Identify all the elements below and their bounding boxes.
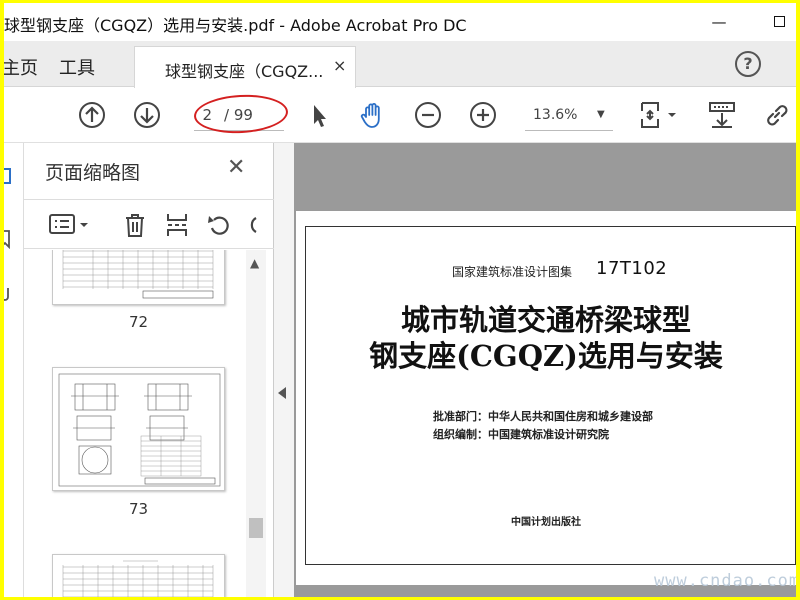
page-thumbnail[interactable] bbox=[52, 367, 225, 491]
document-view[interactable]: 国家建筑标准设计图集 17T102 城市轨道交通桥梁球型 钢支座(CGQZ)选用… bbox=[294, 143, 796, 597]
zoom-out-icon[interactable] bbox=[413, 100, 443, 130]
acrobat-window: 球型钢支座（CGQZ）选用与安装.pdf - Adobe Acrobat Pro… bbox=[4, 3, 796, 597]
rotate-clockwise-icon[interactable] bbox=[244, 210, 258, 240]
bookmark-icon[interactable] bbox=[4, 229, 14, 249]
window-title: 球型钢支座（CGQZ）选用与安装.pdf - Adobe Acrobat Pro… bbox=[4, 16, 467, 35]
document-tab-label: 球型钢支座（CGQZ... bbox=[165, 62, 324, 81]
approved-by: 批准部门：中华人民共和国住房和城乡建设部 bbox=[433, 410, 653, 423]
document-title-line2: 钢支座(CGQZ)选用与安装 bbox=[369, 339, 723, 373]
toolbar: 2 / 99 13.6% ▼ bbox=[4, 88, 796, 143]
zoom-dropdown[interactable]: 13.6% ▼ bbox=[525, 101, 613, 131]
maximize-button[interactable] bbox=[764, 9, 794, 35]
tab-home[interactable]: 主页 bbox=[4, 54, 38, 80]
rotate-counterclockwise-icon[interactable] bbox=[204, 210, 234, 240]
tab-bar: 主页 工具 球型钢支座（CGQZ... × ? bbox=[4, 41, 796, 88]
help-icon[interactable]: ? bbox=[735, 51, 761, 77]
page-number-label: 73 bbox=[128, 500, 149, 518]
hand-tool-icon[interactable] bbox=[358, 100, 388, 130]
close-tab-button[interactable]: × bbox=[333, 56, 346, 75]
page-down-icon[interactable] bbox=[132, 100, 162, 130]
publisher: 中国计划出版社 bbox=[511, 517, 581, 528]
tab-tools[interactable]: 工具 bbox=[59, 54, 95, 80]
chevron-down-icon: ▼ bbox=[597, 109, 605, 120]
thumbnail-toolbar bbox=[24, 199, 274, 249]
zoom-value: 13.6% bbox=[533, 107, 578, 123]
page-up-icon[interactable] bbox=[77, 100, 107, 130]
document-tab[interactable]: 球型钢支座（CGQZ... × bbox=[134, 46, 356, 88]
scroll-up-arrow[interactable]: ▲ bbox=[250, 256, 259, 270]
page-thumbnail[interactable] bbox=[52, 554, 225, 597]
insert-page-icon[interactable] bbox=[162, 210, 192, 240]
atlas-label: 国家建筑标准设计图集 bbox=[452, 265, 573, 279]
thumbnail-list: 72 73 bbox=[24, 250, 246, 597]
scroll-mode-icon[interactable] bbox=[707, 100, 737, 130]
page-thumbnail[interactable] bbox=[52, 250, 225, 305]
delete-icon[interactable] bbox=[120, 210, 150, 240]
pdf-page: 国家建筑标准设计图集 17T102 城市轨道交通桥梁球型 钢支座(CGQZ)选用… bbox=[296, 211, 796, 585]
collapse-arrow-icon bbox=[278, 387, 286, 399]
atlas-code: 17T102 bbox=[596, 258, 668, 279]
panel-collapse-strip[interactable] bbox=[274, 143, 294, 597]
minimize-button[interactable]: — bbox=[704, 9, 734, 35]
maximize-icon bbox=[773, 16, 785, 27]
thumbnail-panel-title: 页面缩略图 bbox=[45, 162, 141, 184]
zoom-in-icon[interactable] bbox=[468, 100, 498, 130]
fit-page-icon[interactable] bbox=[638, 100, 684, 130]
title-bar: 球型钢支座（CGQZ）选用与安装.pdf - Adobe Acrobat Pro… bbox=[4, 3, 796, 41]
options-menu-icon[interactable] bbox=[48, 210, 92, 240]
link-icon[interactable] bbox=[762, 100, 792, 130]
attachment-icon[interactable] bbox=[4, 283, 14, 303]
thumbnail-scrollbar[interactable]: ▲ bbox=[246, 250, 266, 597]
select-arrow-icon[interactable] bbox=[304, 100, 334, 130]
close-panel-button[interactable]: ✕ bbox=[227, 155, 245, 180]
scroll-thumb[interactable] bbox=[249, 518, 263, 538]
left-nav-strip bbox=[4, 143, 24, 597]
thumbnail-panel: 页面缩略图 ✕ 72 73 ▲ bbox=[24, 143, 274, 597]
page-number-label: 72 bbox=[128, 313, 149, 331]
page-thumbnails-icon[interactable] bbox=[4, 167, 14, 187]
watermark-text: www.cndao.com bbox=[654, 571, 796, 591]
compiled-by: 组织编制：中国建筑标准设计研究院 bbox=[433, 428, 609, 441]
